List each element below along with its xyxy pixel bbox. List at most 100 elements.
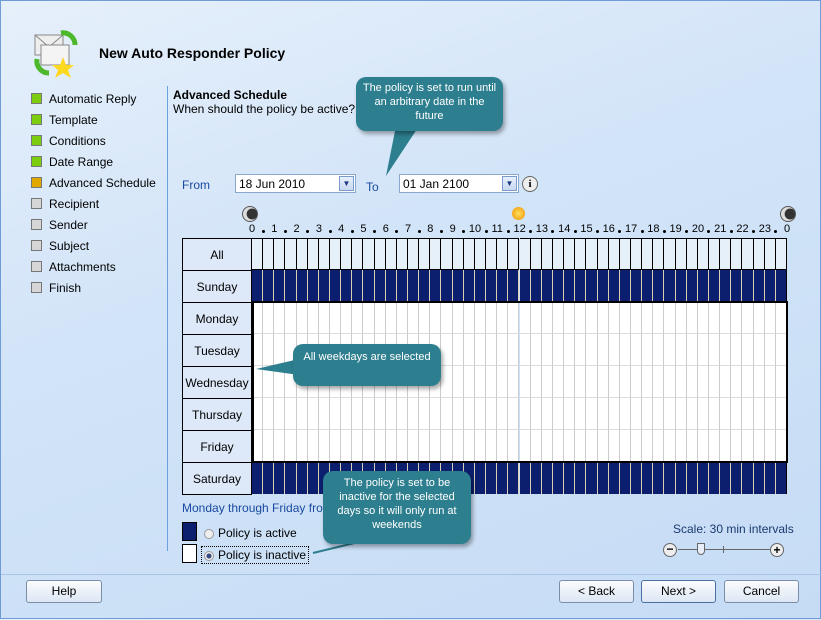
schedule-cell[interactable] <box>619 270 631 302</box>
schedule-cell[interactable] <box>642 270 654 302</box>
schedule-cell[interactable] <box>252 238 264 270</box>
schedule-cell[interactable] <box>642 238 654 270</box>
schedule-cell[interactable] <box>408 270 420 302</box>
schedule-cell[interactable] <box>686 238 698 270</box>
schedule-cell[interactable] <box>463 238 475 270</box>
schedule-cell[interactable] <box>708 238 721 270</box>
schedule-cell[interactable] <box>764 270 776 302</box>
schedule-cell[interactable] <box>608 270 620 302</box>
schedule-cell[interactable] <box>731 238 743 270</box>
schedule-cell[interactable] <box>575 462 587 494</box>
schedule-cell[interactable] <box>564 238 576 270</box>
schedule-cell[interactable] <box>352 238 364 270</box>
schedule-cell[interactable] <box>352 270 364 302</box>
schedule-cell[interactable] <box>664 270 676 302</box>
schedule-cell[interactable] <box>430 270 442 302</box>
schedule-cell[interactable] <box>474 238 487 270</box>
help-button[interactable]: Help <box>26 580 102 603</box>
schedule-cell[interactable] <box>753 238 765 270</box>
schedule-cell[interactable] <box>474 462 487 494</box>
day-row-header[interactable]: Saturday <box>182 462 252 495</box>
schedule-cell[interactable] <box>419 238 431 270</box>
schedule-cell[interactable] <box>307 462 319 494</box>
schedule-cell[interactable] <box>575 238 587 270</box>
schedule-cell[interactable] <box>552 462 565 494</box>
schedule-cell[interactable] <box>597 270 609 302</box>
schedule-cell[interactable] <box>653 238 665 270</box>
schedule-cell[interactable] <box>775 238 787 270</box>
sidebar-item-attachments[interactable]: Attachments <box>31 256 156 277</box>
schedule-cell[interactable] <box>497 238 509 270</box>
zoom-in-icon[interactable]: + <box>770 543 784 557</box>
schedule-cell[interactable] <box>452 238 464 270</box>
schedule-cell[interactable] <box>764 462 776 494</box>
chevron-down-icon[interactable]: ▼ <box>339 176 354 191</box>
day-row-header[interactable]: Thursday <box>182 398 252 431</box>
day-row-header[interactable]: Wednesday <box>182 366 252 399</box>
scale-slider[interactable] <box>678 549 770 550</box>
schedule-cell[interactable] <box>274 462 286 494</box>
sidebar-item-subject[interactable]: Subject <box>31 235 156 256</box>
schedule-cell[interactable] <box>486 270 498 302</box>
schedule-cell[interactable] <box>753 270 765 302</box>
next-button[interactable]: Next > <box>641 580 716 603</box>
schedule-cell[interactable] <box>341 238 353 270</box>
schedule-cell[interactable] <box>330 270 342 302</box>
schedule-cell[interactable] <box>653 462 665 494</box>
schedule-cell[interactable] <box>296 270 308 302</box>
sidebar-item-template[interactable]: Template <box>31 109 156 130</box>
schedule-cell[interactable] <box>408 238 420 270</box>
info-icon[interactable]: i <box>522 176 538 192</box>
sidebar-item-sender[interactable]: Sender <box>31 214 156 235</box>
schedule-cell[interactable] <box>775 270 787 302</box>
schedule-cell[interactable] <box>296 238 308 270</box>
chevron-down-icon[interactable]: ▼ <box>502 176 517 191</box>
schedule-cell[interactable] <box>519 462 531 494</box>
schedule-cell[interactable] <box>318 270 331 302</box>
schedule-cell[interactable] <box>642 462 654 494</box>
schedule-cell[interactable] <box>441 238 453 270</box>
schedule-cell[interactable] <box>307 238 319 270</box>
schedule-cell[interactable] <box>363 238 375 270</box>
schedule-cell[interactable] <box>419 270 431 302</box>
schedule-cell[interactable] <box>263 238 275 270</box>
schedule-cell[interactable] <box>708 270 721 302</box>
schedule-cell[interactable] <box>486 462 498 494</box>
schedule-cell[interactable] <box>764 238 776 270</box>
schedule-cell[interactable] <box>720 462 732 494</box>
schedule-cell[interactable] <box>519 238 531 270</box>
schedule-cell[interactable] <box>396 238 409 270</box>
schedule-cell[interactable] <box>686 462 698 494</box>
schedule-cell[interactable] <box>775 462 787 494</box>
schedule-cell[interactable] <box>708 462 721 494</box>
schedule-cell[interactable] <box>307 270 319 302</box>
policy-inactive-radio[interactable]: Policy is inactive <box>201 546 310 564</box>
schedule-cell[interactable] <box>497 270 509 302</box>
schedule-cell[interactable] <box>575 270 587 302</box>
schedule-cell[interactable] <box>252 270 264 302</box>
select-all-row-header[interactable]: All <box>182 238 252 271</box>
schedule-cell[interactable] <box>630 270 643 302</box>
back-button[interactable]: < Back <box>559 580 634 603</box>
schedule-cell[interactable] <box>619 462 631 494</box>
schedule-cell[interactable] <box>586 462 598 494</box>
schedule-cell[interactable] <box>530 462 542 494</box>
schedule-cell[interactable] <box>541 462 553 494</box>
schedule-cell[interactable] <box>530 270 542 302</box>
schedule-cell[interactable] <box>742 238 754 270</box>
schedule-cell[interactable] <box>664 238 676 270</box>
slider-thumb[interactable] <box>697 543 705 555</box>
schedule-cell[interactable] <box>252 462 264 494</box>
schedule-cell[interactable] <box>274 270 286 302</box>
schedule-cell[interactable] <box>630 238 643 270</box>
schedule-cell[interactable] <box>675 462 687 494</box>
zoom-out-icon[interactable]: − <box>663 543 677 557</box>
day-row-header[interactable]: Tuesday <box>182 334 252 367</box>
schedule-cell[interactable] <box>374 270 386 302</box>
schedule-cell[interactable] <box>441 270 453 302</box>
schedule-cell[interactable] <box>552 270 565 302</box>
schedule-cell[interactable] <box>697 462 709 494</box>
schedule-cell[interactable] <box>619 238 631 270</box>
schedule-cell[interactable] <box>385 238 397 270</box>
schedule-cell[interactable] <box>508 270 520 302</box>
